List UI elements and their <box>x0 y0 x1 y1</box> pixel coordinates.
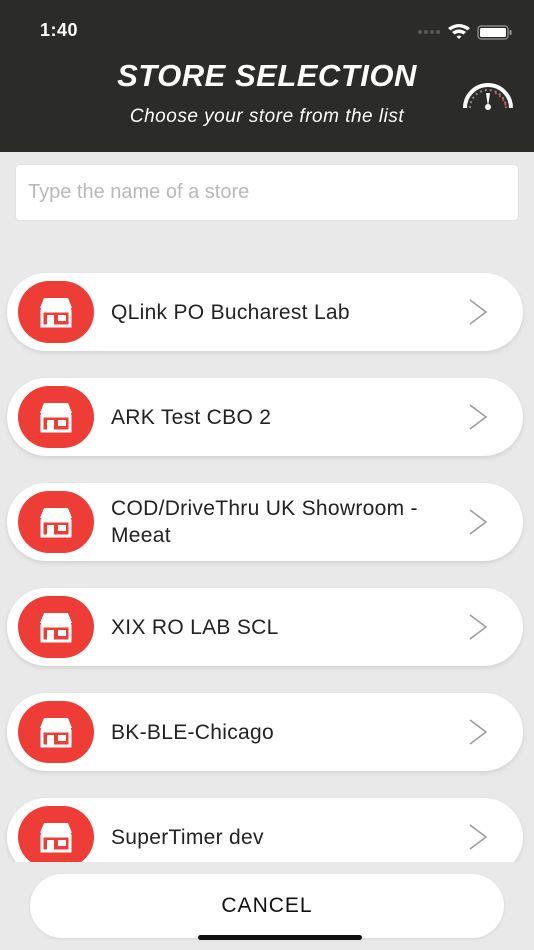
home-indicator[interactable] <box>198 935 362 940</box>
store-row[interactable]: SuperTimer dev <box>7 798 523 862</box>
status-time: 1:40 <box>40 20 79 40</box>
chevron-right-icon <box>469 509 488 535</box>
battery-icon <box>477 25 512 40</box>
status-bar: 1:40 <box>0 0 534 60</box>
store-badge <box>18 281 94 343</box>
store-badge <box>18 386 94 448</box>
chevron-right-icon <box>469 404 488 430</box>
store-search-field[interactable] <box>15 164 519 221</box>
store-badge <box>18 596 94 658</box>
store-icon <box>40 508 72 538</box>
store-row[interactable]: ARK Test CBO 2 <box>7 378 523 456</box>
page-title: STORE SELECTION <box>117 58 417 93</box>
store-name: XIX RO LAB SCL <box>111 615 279 639</box>
cellular-signal-icon <box>418 30 440 34</box>
store-name: SuperTimer dev <box>111 825 264 849</box>
store-list[interactable]: QLink PO Bucharest Lab ARK Test CBO 2 CO… <box>0 262 534 862</box>
store-badge <box>18 701 94 763</box>
store-name: QLink PO Bucharest Lab <box>111 300 350 324</box>
store-row[interactable]: XIX RO LAB SCL <box>7 588 523 666</box>
store-row[interactable]: BK-BLE-Chicago <box>7 693 523 771</box>
store-icon <box>40 823 72 853</box>
store-row[interactable]: COD/DriveThru UK Showroom - Meeat <box>7 483 523 561</box>
speedometer-icon[interactable] <box>461 77 515 111</box>
store-name: ARK Test CBO 2 <box>111 405 272 429</box>
store-name: COD/DriveThru UK Showroom - Meeat <box>111 497 418 547</box>
store-icon <box>40 718 72 748</box>
chevron-right-icon <box>469 299 488 325</box>
store-icon <box>40 298 72 328</box>
store-name: BK-BLE-Chicago <box>111 720 274 744</box>
page-subtitle: Choose your store from the list <box>129 106 405 127</box>
status-icons <box>418 24 512 40</box>
wifi-icon <box>448 24 470 39</box>
store-icon <box>40 613 72 643</box>
store-badge <box>18 806 94 862</box>
store-search-input[interactable] <box>16 165 518 220</box>
store-row[interactable]: QLink PO Bucharest Lab <box>7 273 523 351</box>
header: 1:40 STORE SELECTION Choose your store f… <box>0 0 534 152</box>
chevron-right-icon <box>469 824 488 850</box>
cancel-button[interactable]: CANCEL <box>30 874 504 938</box>
store-icon <box>40 403 72 433</box>
chevron-right-icon <box>469 719 488 745</box>
chevron-right-icon <box>469 614 488 640</box>
store-badge <box>18 491 94 553</box>
